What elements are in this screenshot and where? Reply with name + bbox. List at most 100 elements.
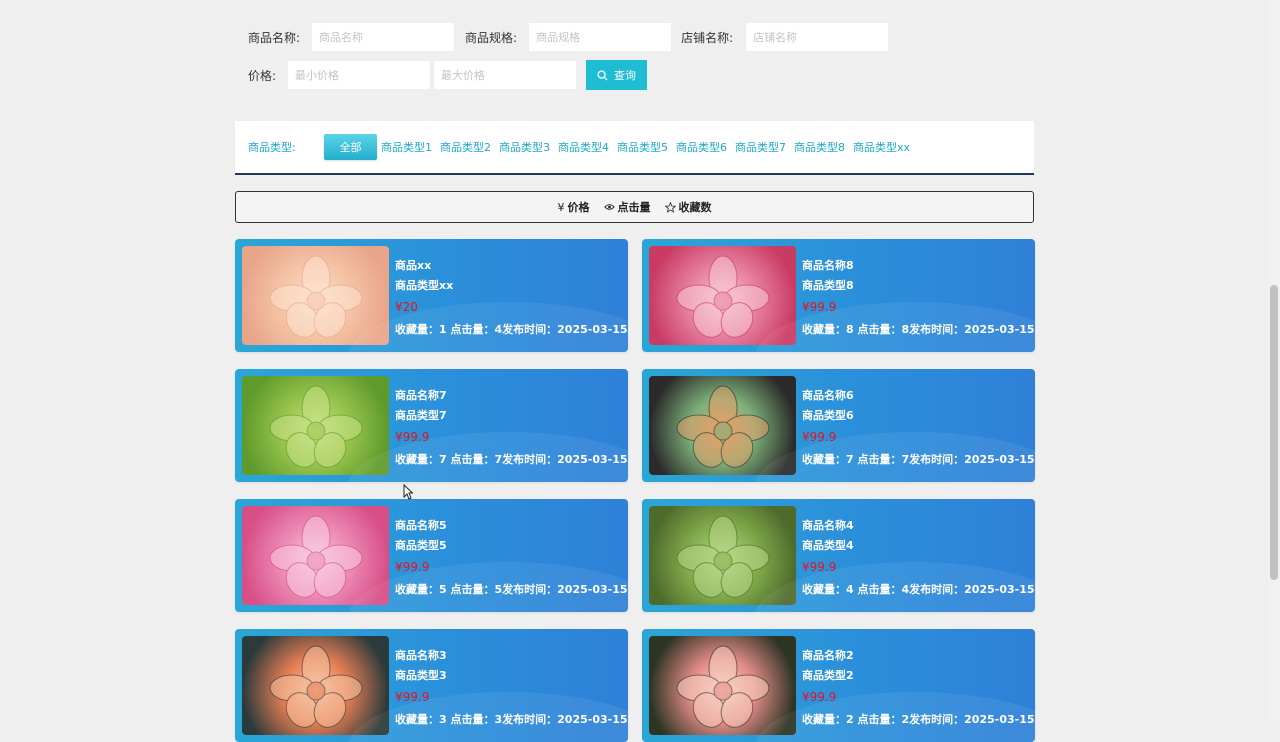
product-card[interactable]: 商品名称8 商品类型8 ¥99.9 收藏量：8 点击量：8发布时间：2025-03-1… [642, 239, 1035, 352]
max-price-input[interactable] [434, 61, 577, 89]
product-info: 商品名称3 商品类型3 ¥99.9 收藏量：3 点击量：3发布时间：2025-03-1… [395, 646, 628, 730]
product-type: 商品类型4 [802, 539, 854, 552]
product-image[interactable] [242, 636, 389, 735]
type-chip-all[interactable]: 全部 [324, 134, 377, 160]
product-card[interactable]: 商品名称2 商品类型2 ¥99.9 收藏量：2 点击量：2发布时间：2025-03-1… [642, 629, 1035, 742]
product-stats: 收藏量：4 点击量：4发布时间：2025-03-15 [802, 583, 1035, 596]
type-chip[interactable]: 商品类型2 [440, 139, 491, 155]
type-chip[interactable]: 商品类型xx [853, 139, 910, 155]
search-row-1: 商品名称: 商品规格: 店铺名称: [248, 22, 1048, 52]
product-price: ¥99.9 [802, 690, 837, 704]
succulent-icon [676, 255, 770, 338]
product-spec-label: 商品规格: [465, 30, 518, 45]
query-button[interactable]: 查询 [586, 60, 648, 90]
product-price: ¥20 [395, 300, 418, 314]
product-image[interactable] [242, 506, 389, 605]
product-card[interactable]: 商品名称7 商品类型7 ¥99.9 收藏量：7 点击量：7发布时间：2025-03-1… [235, 369, 628, 482]
succulent-icon [269, 385, 363, 468]
product-stats: 收藏量：5 点击量：5发布时间：2025-03-15 [395, 583, 628, 596]
type-chip[interactable]: 商品类型7 [735, 139, 786, 155]
type-chip[interactable]: 商品类型3 [499, 139, 550, 155]
sort-price-label: 价格 [567, 201, 590, 214]
product-image[interactable] [242, 246, 389, 345]
product-info: 商品名称5 商品类型5 ¥99.9 收藏量：5 点击量：5发布时间：2025-03-1… [395, 516, 628, 600]
product-type-label: 商品类型: [248, 141, 296, 154]
product-name: 商品名称8 [802, 259, 854, 272]
page-scrollbar[interactable] [1268, 0, 1280, 720]
succulent-icon [269, 515, 363, 598]
sort-clicks-label: 点击量 [617, 201, 651, 214]
sort-by-price[interactable]: ¥ 价格 [558, 199, 590, 215]
sort-by-clicks[interactable]: 点击量 [603, 199, 651, 215]
type-chip[interactable]: 商品类型4 [558, 139, 609, 155]
product-card[interactable]: 商品名称3 商品类型3 ¥99.9 收藏量：3 点击量：3发布时间：2025-03-1… [235, 629, 628, 742]
product-stats: 收藏量：7 点击量：7发布时间：2025-03-15 [395, 453, 628, 466]
succulent-icon [269, 645, 363, 728]
product-price: ¥99.9 [802, 560, 837, 574]
product-info: 商品xx 商品类型xx ¥20 收藏量：1 点击量：4发布时间：2025-03-15 [395, 256, 628, 340]
product-name: 商品名称6 [802, 389, 854, 402]
product-name-label: 商品名称: [248, 30, 301, 45]
product-card[interactable]: 商品xx 商品类型xx ¥20 收藏量：1 点击量：4发布时间：2025-03-15 [235, 239, 628, 352]
product-name-input[interactable] [312, 23, 455, 51]
product-price: ¥99.9 [395, 560, 430, 574]
star-icon [664, 201, 676, 213]
product-type: 商品类型7 [395, 409, 447, 422]
product-name: 商品名称5 [395, 519, 447, 532]
product-type: 商品类型3 [395, 669, 447, 682]
product-type: 商品类型8 [802, 279, 854, 292]
product-stats: 收藏量：3 点击量：3发布时间：2025-03-15 [395, 713, 628, 726]
scrollbar-thumb[interactable] [1270, 285, 1278, 580]
product-type: 商品类型2 [802, 669, 854, 682]
product-card[interactable]: 商品名称4 商品类型4 ¥99.9 收藏量：4 点击量：4发布时间：2025-03-1… [642, 499, 1035, 612]
search-row-2: 价格: 查询 [248, 60, 1048, 90]
product-stats: 收藏量：8 点击量：8发布时间：2025-03-15 [802, 323, 1035, 336]
product-info: 商品名称8 商品类型8 ¥99.9 收藏量：8 点击量：8发布时间：2025-03-1… [802, 256, 1035, 340]
eye-icon [603, 204, 615, 210]
price-label: 价格: [248, 68, 277, 83]
product-price: ¥99.9 [395, 690, 430, 704]
type-chip[interactable]: 商品类型6 [676, 139, 727, 155]
product-name: 商品名称4 [802, 519, 854, 532]
product-type-filter: 商品类型: 全部 商品类型1 商品类型2 商品类型3 商品类型4 商品类型5 商… [235, 121, 1034, 175]
product-price: ¥99.9 [802, 430, 837, 444]
min-price-input[interactable] [288, 61, 431, 89]
mouse-cursor-icon [403, 484, 413, 500]
product-info: 商品名称6 商品类型6 ¥99.9 收藏量：7 点击量：7发布时间：2025-03-1… [802, 386, 1035, 470]
type-chip[interactable]: 商品类型8 [794, 139, 845, 155]
search-icon [597, 69, 608, 81]
product-info: 商品名称4 商品类型4 ¥99.9 收藏量：4 点击量：4发布时间：2025-03-1… [802, 516, 1035, 600]
shop-name-input[interactable] [746, 23, 889, 51]
type-chip[interactable]: 商品类型1 [381, 139, 432, 155]
product-name: 商品名称7 [395, 389, 447, 402]
product-image[interactable] [242, 376, 389, 475]
type-chip[interactable]: 商品类型5 [617, 139, 668, 155]
yen-icon: ¥ [557, 200, 565, 214]
product-type: 商品类型5 [395, 539, 447, 552]
product-stats: 收藏量：7 点击量：7发布时间：2025-03-15 [802, 453, 1035, 466]
product-image[interactable] [649, 376, 796, 475]
product-card[interactable]: 商品名称5 商品类型5 ¥99.9 收藏量：5 点击量：5发布时间：2025-03-1… [235, 499, 628, 612]
product-name: 商品xx [395, 259, 432, 272]
product-type: 商品类型6 [802, 409, 854, 422]
product-image[interactable] [649, 636, 796, 735]
product-stats: 收藏量：1 点击量：4发布时间：2025-03-15 [395, 323, 628, 336]
shop-name-label: 店铺名称: [681, 30, 734, 45]
succulent-icon [676, 385, 770, 468]
sort-by-favorites[interactable]: 收藏数 [664, 199, 712, 215]
product-type: 商品类型xx [395, 279, 454, 292]
product-price: ¥99.9 [802, 300, 837, 314]
product-image[interactable] [649, 246, 796, 345]
sort-favorites-label: 收藏数 [678, 201, 712, 214]
product-image[interactable] [649, 506, 796, 605]
product-stats: 收藏量：2 点击量：2发布时间：2025-03-15 [802, 713, 1035, 726]
product-info: 商品名称2 商品类型2 ¥99.9 收藏量：2 点击量：2发布时间：2025-03-1… [802, 646, 1035, 730]
query-button-label: 查询 [614, 69, 637, 82]
product-card[interactable]: 商品名称6 商品类型6 ¥99.9 收藏量：7 点击量：7发布时间：2025-03-1… [642, 369, 1035, 482]
succulent-icon [269, 255, 363, 338]
product-name: 商品名称3 [395, 649, 447, 662]
product-spec-input[interactable] [529, 23, 672, 51]
succulent-icon [676, 515, 770, 598]
product-name: 商品名称2 [802, 649, 854, 662]
succulent-icon [676, 645, 770, 728]
